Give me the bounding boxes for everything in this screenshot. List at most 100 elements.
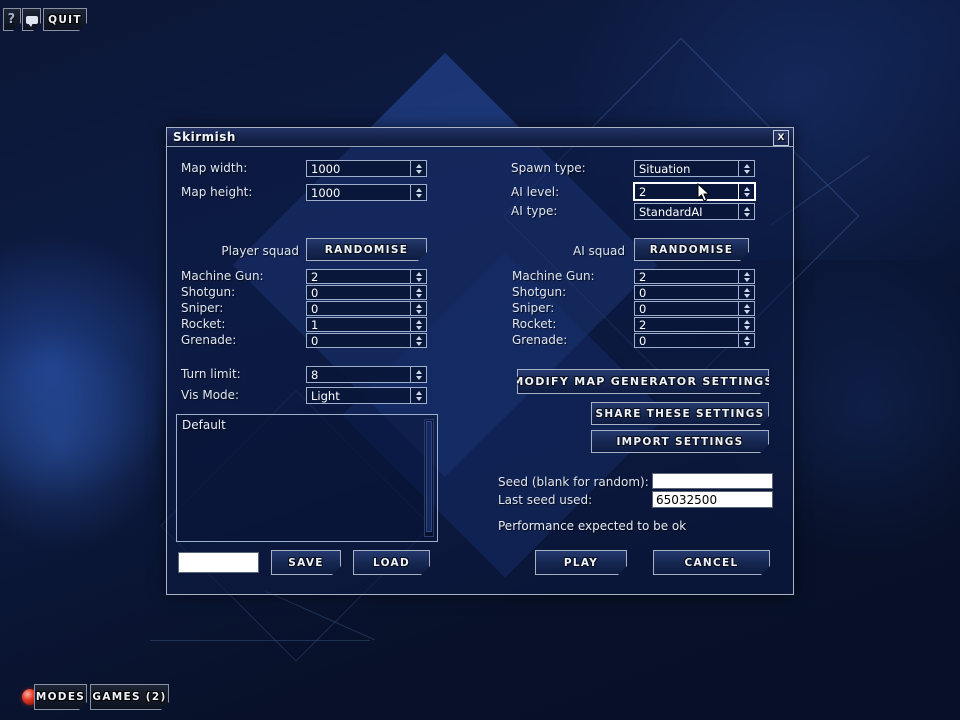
close-button[interactable]: X: [773, 130, 789, 146]
spinner-buttons[interactable]: [738, 302, 754, 315]
spinner-buttons[interactable]: [738, 286, 754, 299]
spinner-down-icon[interactable]: [416, 376, 422, 380]
listbox-scrollbar[interactable]: [424, 419, 434, 537]
spinner-down-icon[interactable]: [416, 310, 422, 314]
player-grenade-field[interactable]: 0: [306, 333, 427, 348]
spinner-up-icon[interactable]: [416, 336, 422, 340]
close-icon: X: [778, 133, 785, 143]
spinner-buttons[interactable]: [738, 184, 754, 199]
spinner-up-icon[interactable]: [744, 187, 750, 191]
cancel-button[interactable]: CANCEL: [653, 550, 770, 575]
field-value: 2: [307, 270, 410, 283]
field-value: Light: [307, 388, 410, 403]
quit-button[interactable]: QUIT: [43, 8, 87, 31]
spinner-up-icon[interactable]: [416, 304, 422, 308]
turn-limit-label: Turn limit:: [181, 367, 241, 381]
weapon-label: Grenade:: [181, 333, 236, 347]
player-randomise-button[interactable]: RANDOMISE: [306, 238, 427, 261]
spinner-buttons[interactable]: [410, 318, 426, 331]
spinner-buttons[interactable]: [410, 270, 426, 283]
spinner-up-icon[interactable]: [744, 288, 750, 292]
help-button[interactable]: ?: [3, 8, 21, 31]
ai-shotgun-field[interactable]: 0: [634, 285, 755, 300]
player-shotgun-field[interactable]: 0: [306, 285, 427, 300]
dialog-titlebar[interactable]: Skirmish: [167, 128, 793, 147]
save-name-input[interactable]: [178, 552, 259, 573]
spinner-buttons[interactable]: [738, 334, 754, 347]
player-sniper-field[interactable]: 0: [306, 301, 427, 316]
spinner-up-icon[interactable]: [744, 336, 750, 340]
spinner-buttons[interactable]: [410, 334, 426, 347]
spinner-down-icon[interactable]: [744, 170, 750, 174]
ai-grenade-field[interactable]: 0: [634, 333, 755, 348]
spinner-up-icon[interactable]: [416, 288, 422, 292]
spinner-down-icon[interactable]: [744, 326, 750, 330]
last-seed-input[interactable]: [652, 491, 773, 508]
spinner-down-icon[interactable]: [416, 342, 422, 346]
spinner-down-icon[interactable]: [744, 193, 750, 197]
map-width-field[interactable]: 1000: [306, 160, 427, 177]
spawn-type-field[interactable]: Situation: [634, 160, 755, 177]
spinner-up-icon[interactable]: [416, 391, 422, 395]
spinner-buttons[interactable]: [410, 161, 426, 176]
modify-map-generator-button[interactable]: MODIFY MAP GENERATOR SETTINGS: [517, 369, 769, 394]
turn-limit-field[interactable]: 8: [306, 366, 427, 383]
player-rocket-field[interactable]: 1: [306, 317, 427, 332]
spinner-up-icon[interactable]: [416, 272, 422, 276]
ai-sniper-field[interactable]: 0: [634, 301, 755, 316]
spinner-up-icon[interactable]: [416, 188, 422, 192]
spinner-buttons[interactable]: [410, 286, 426, 299]
play-button-label: PLAY: [564, 557, 598, 569]
chat-button[interactable]: [22, 8, 41, 31]
share-settings-button[interactable]: SHARE THESE SETTINGS: [591, 402, 769, 425]
games-button[interactable]: GAMES (2): [90, 684, 169, 710]
spinner-buttons[interactable]: [410, 185, 426, 200]
vis-mode-field[interactable]: Light: [306, 387, 427, 404]
spinner-buttons[interactable]: [738, 270, 754, 283]
spinner-down-icon[interactable]: [416, 294, 422, 298]
spinner-up-icon[interactable]: [744, 207, 750, 211]
spinner-up-icon[interactable]: [416, 370, 422, 374]
spinner-up-icon[interactable]: [416, 164, 422, 168]
ai-type-label: AI type:: [511, 204, 557, 218]
ai-level-field[interactable]: 2: [633, 182, 756, 201]
spinner-up-icon[interactable]: [744, 304, 750, 308]
spinner-down-icon[interactable]: [744, 294, 750, 298]
player-machine-gun-field[interactable]: 2: [306, 269, 427, 284]
play-button[interactable]: PLAY: [535, 550, 627, 575]
spinner-buttons[interactable]: [738, 204, 754, 219]
seed-input[interactable]: [652, 473, 773, 489]
spinner-buttons[interactable]: [410, 388, 426, 403]
spinner-up-icon[interactable]: [744, 164, 750, 168]
load-button[interactable]: LOAD: [353, 550, 430, 575]
map-height-field[interactable]: 1000: [306, 184, 427, 201]
ai-type-field[interactable]: StandardAI: [634, 203, 755, 220]
ai-rocket-field[interactable]: 2: [634, 317, 755, 332]
spinner-down-icon[interactable]: [416, 278, 422, 282]
ai-randomise-button[interactable]: RANDOMISE: [634, 238, 749, 261]
ai-machine-gun-field[interactable]: 2: [634, 269, 755, 284]
import-settings-button[interactable]: IMPORT SETTINGS: [591, 430, 769, 453]
spinner-up-icon[interactable]: [416, 320, 422, 324]
modes-button[interactable]: MODES: [34, 684, 87, 710]
spinner-down-icon[interactable]: [416, 397, 422, 401]
spinner-down-icon[interactable]: [744, 310, 750, 314]
spinner-down-icon[interactable]: [744, 342, 750, 346]
list-item[interactable]: Default: [182, 418, 226, 432]
preset-listbox[interactable]: Default: [176, 414, 438, 542]
spinner-down-icon[interactable]: [416, 194, 422, 198]
spinner-down-icon[interactable]: [416, 170, 422, 174]
field-value: 0: [307, 286, 410, 299]
scrollbar-thumb[interactable]: [426, 421, 432, 532]
spinner-down-icon[interactable]: [416, 326, 422, 330]
spinner-down-icon[interactable]: [744, 278, 750, 282]
spinner-down-icon[interactable]: [744, 213, 750, 217]
spinner-buttons[interactable]: [738, 161, 754, 176]
spinner-up-icon[interactable]: [744, 272, 750, 276]
spinner-up-icon[interactable]: [744, 320, 750, 324]
spinner-buttons[interactable]: [410, 302, 426, 315]
spinner-buttons[interactable]: [410, 367, 426, 382]
spinner-buttons[interactable]: [738, 318, 754, 331]
save-button[interactable]: SAVE: [271, 550, 341, 575]
question-icon: ?: [8, 12, 17, 27]
